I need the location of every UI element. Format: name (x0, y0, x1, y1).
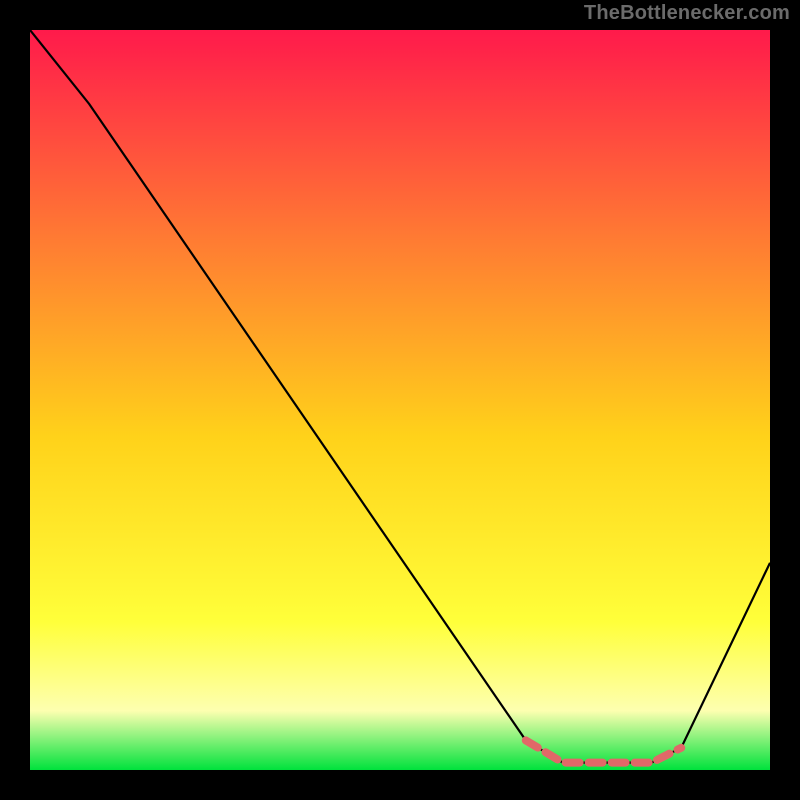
gradient-background (30, 30, 770, 770)
chart-container: TheBottlenecker.com (0, 0, 800, 800)
attribution-label: TheBottlenecker.com (584, 2, 790, 25)
plot-area (30, 30, 770, 770)
chart-svg (30, 30, 770, 770)
